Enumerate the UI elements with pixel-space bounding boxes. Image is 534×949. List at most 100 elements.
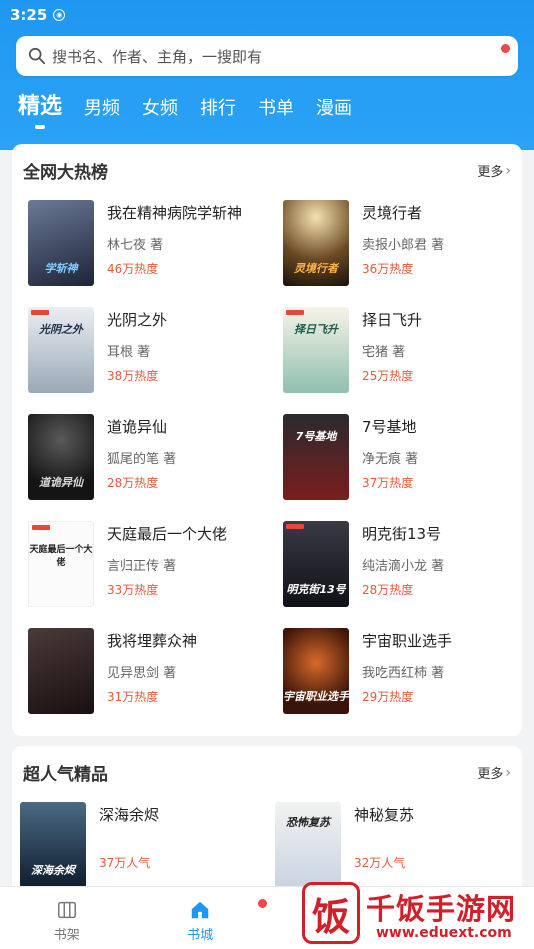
book-cover: 明克街13号	[283, 521, 349, 607]
cover-title: 光阴之外	[39, 323, 83, 336]
book-cover: 灵境行者	[283, 200, 349, 286]
book-author: 我吃西红柿 著	[362, 666, 445, 681]
book-popularity: 32万人气	[354, 856, 406, 870]
book-cover: 光阴之外	[28, 307, 94, 393]
hot-list-card: 全网大热榜 更多 › 学斩神 我在精神病院学斩神 林七夜 著 46万热度 灵境行者…	[12, 144, 522, 736]
book-title: 我在精神病院学斩神	[107, 204, 243, 222]
book-author: 狐尾的笔 著	[107, 452, 177, 467]
section-title: 全网大热榜	[23, 163, 108, 183]
book-item[interactable]: 深海余烬 深海余烬 37万人气	[20, 802, 260, 892]
tab-female[interactable]: 女频	[142, 94, 178, 120]
cover-title: 择日飞升	[294, 323, 338, 336]
book-item[interactable]: 灵境行者 灵境行者 卖报小郎君 著 36万热度	[283, 200, 523, 290]
book-item[interactable]: 择日飞升 择日飞升 宅猪 著 25万热度	[283, 307, 523, 397]
book-cover: 7号基地	[283, 414, 349, 500]
cover-title: 宇宙职业选手	[283, 690, 349, 703]
cover-title: 天庭最后一个大佬	[29, 545, 93, 568]
book-title: 明克街13号	[362, 525, 442, 543]
cover-title: 明克街13号	[286, 583, 346, 596]
nav-bookstore[interactable]: 书城	[134, 887, 268, 949]
book-cover: 恐怖复苏	[275, 802, 341, 888]
book-title: 神秘复苏	[354, 806, 415, 824]
book-item[interactable]: 我将埋葬众神 见异思剑 著 31万热度	[28, 628, 268, 718]
nav-label: 书架	[53, 928, 80, 943]
book-cover: 天庭最后一个大佬	[28, 521, 94, 607]
popular-header: 超人气精品 更多 ›	[23, 760, 511, 786]
publisher-logo	[286, 310, 304, 315]
search-bar[interactable]: 搜书名、作者、主角，一搜即有	[16, 36, 518, 76]
book-title: 天庭最后一个大佬	[107, 525, 228, 543]
book-item[interactable]: 恐怖复苏 神秘复苏 32万人气	[275, 802, 515, 892]
book-heat: 33万热度	[107, 583, 159, 597]
hot-list-header: 全网大热榜 更多 ›	[23, 158, 511, 184]
cover-title: 7号基地	[295, 430, 337, 443]
book-heat: 46万热度	[107, 262, 159, 276]
watermark: 饭 千饭手游网 www.eduext.com	[300, 882, 534, 949]
book-author: 净无痕 著	[362, 452, 419, 467]
search-notification-dot	[501, 44, 510, 53]
book-heat: 25万热度	[362, 369, 414, 383]
book-title: 道诡异仙	[107, 418, 168, 436]
book-title: 我将埋葬众神	[107, 632, 198, 650]
nav-bookshelf[interactable]: 书架	[0, 887, 134, 949]
book-title: 择日飞升	[362, 311, 423, 329]
tab-male[interactable]: 男频	[84, 94, 120, 120]
book-item[interactable]: 光阴之外 光阴之外 耳根 著 38万热度	[28, 307, 268, 397]
book-author: 卖报小郎君 著	[362, 238, 445, 253]
book-author: 见异思剑 著	[107, 666, 177, 681]
book-title: 深海余烬	[99, 806, 160, 824]
book-cover: 宇宙职业选手	[283, 628, 349, 714]
nav-notification-dot	[257, 899, 267, 908]
home-icon	[192, 901, 209, 919]
book-heat: 29万热度	[362, 690, 414, 704]
book-author: 纯洁滴小龙 著	[362, 559, 445, 574]
publisher-logo	[286, 524, 304, 529]
tab-ranking[interactable]: 排行	[200, 94, 236, 120]
more-button[interactable]: 更多 ›	[477, 161, 511, 181]
book-heat: 31万热度	[107, 690, 159, 704]
chevron-right-icon: ›	[505, 162, 511, 179]
publisher-logo	[31, 310, 49, 315]
book-author: 言归正传 著	[107, 559, 177, 574]
cover-title: 学斩神	[44, 262, 78, 275]
book-item[interactable]: 7号基地 7号基地 净无痕 著 37万热度	[283, 414, 523, 504]
watermark-name: 千饭手游网	[366, 892, 517, 926]
book-author: 宅猪 著	[362, 345, 406, 360]
book-title: 灵境行者	[362, 204, 423, 222]
book-title: 7号基地	[362, 418, 417, 436]
book-cover: 深海余烬	[20, 802, 86, 888]
notification-icon: ◉	[53, 9, 66, 21]
book-author: 耳根 著	[107, 345, 151, 360]
nav-label: 书城	[187, 928, 214, 943]
more-label: 更多	[477, 165, 504, 180]
book-item[interactable]: 道诡异仙 道诡异仙 狐尾的笔 著 28万热度	[28, 414, 268, 504]
book-item[interactable]: 学斩神 我在精神病院学斩神 林七夜 著 46万热度	[28, 200, 268, 290]
bookshelf-icon	[57, 901, 76, 919]
book-popularity: 37万人气	[99, 856, 151, 870]
tab-featured[interactable]: 精选	[18, 88, 62, 120]
more-button[interactable]: 更多 ›	[477, 763, 511, 783]
search-icon	[28, 47, 46, 65]
section-title: 超人气精品	[23, 765, 108, 785]
book-cover: 择日飞升	[283, 307, 349, 393]
book-heat: 37万热度	[362, 476, 414, 490]
book-heat: 36万热度	[362, 262, 414, 276]
book-heat: 38万热度	[107, 369, 159, 383]
book-author: 林七夜 著	[107, 238, 164, 253]
chevron-right-icon: ›	[505, 764, 511, 781]
cover-title: 道诡异仙	[39, 476, 83, 489]
book-item[interactable]: 明克街13号 明克街13号 纯洁滴小龙 著 28万热度	[283, 521, 523, 611]
cover-title: 灵境行者	[294, 262, 338, 275]
search-placeholder: 搜书名、作者、主角，一搜即有	[52, 47, 263, 66]
book-cover	[28, 628, 94, 714]
cover-title: 深海余烬	[31, 864, 75, 877]
watermark-url: www.eduext.com	[376, 925, 512, 941]
tab-booklist[interactable]: 书单	[258, 94, 294, 120]
tab-comics[interactable]: 漫画	[316, 94, 352, 120]
book-item[interactable]: 天庭最后一个大佬 天庭最后一个大佬 言归正传 著 33万热度	[28, 521, 268, 611]
publisher-logo	[32, 525, 50, 530]
status-bar: 3:25 ◉	[0, 0, 534, 30]
book-title: 光阴之外	[107, 311, 168, 329]
cover-title: 恐怖复苏	[286, 816, 330, 829]
book-item[interactable]: 宇宙职业选手 宇宙职业选手 我吃西红柿 著 29万热度	[283, 628, 523, 718]
